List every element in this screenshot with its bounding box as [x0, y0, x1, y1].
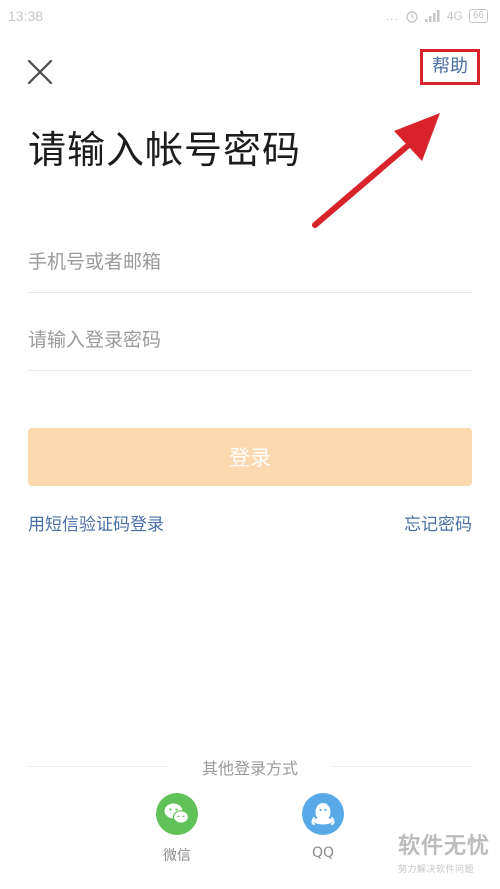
- alarm-icon: [406, 11, 418, 23]
- qq-login-button[interactable]: QQ: [293, 793, 353, 861]
- page-title: 请输入帐号密码: [28, 128, 302, 172]
- close-button[interactable]: [25, 57, 55, 87]
- help-link[interactable]: 帮助: [420, 49, 480, 85]
- other-login-title: 其他登录方式: [201, 759, 298, 778]
- password-input[interactable]: [28, 310, 472, 371]
- close-icon: [27, 59, 53, 85]
- status-bar: 13:38 ... 4G 66: [0, 0, 500, 36]
- qq-label: QQ: [311, 845, 335, 861]
- other-login-divider: 其他登录方式: [28, 755, 472, 778]
- network-type: 4G: [446, 9, 463, 23]
- login-button[interactable]: 登录: [28, 428, 472, 486]
- qq-icon: [302, 793, 344, 835]
- wechat-label: 微信: [163, 848, 191, 864]
- status-time: 13:38: [8, 8, 44, 24]
- watermark-title: 软件无忧: [397, 834, 490, 859]
- divider-line-right: [332, 766, 472, 767]
- status-indicators: ... 4G 66: [386, 9, 488, 23]
- watermark-subtitle: 努力解决软件问题: [397, 865, 474, 875]
- notification-dots: ...: [385, 9, 399, 23]
- battery-indicator: 66: [468, 9, 488, 23]
- red-arrow-annotation: [312, 113, 440, 228]
- wechat-login-button[interactable]: 微信: [147, 793, 207, 865]
- help-label: 帮助: [432, 56, 468, 77]
- account-input[interactable]: [28, 232, 472, 293]
- signal-icon: [424, 10, 440, 22]
- forgot-password-link[interactable]: 忘记密码: [404, 510, 472, 535]
- watermark: 软件无忧 努力解决软件问题: [398, 828, 490, 875]
- wechat-icon: [156, 793, 198, 835]
- sms-login-link[interactable]: 用短信验证码登录: [28, 510, 164, 535]
